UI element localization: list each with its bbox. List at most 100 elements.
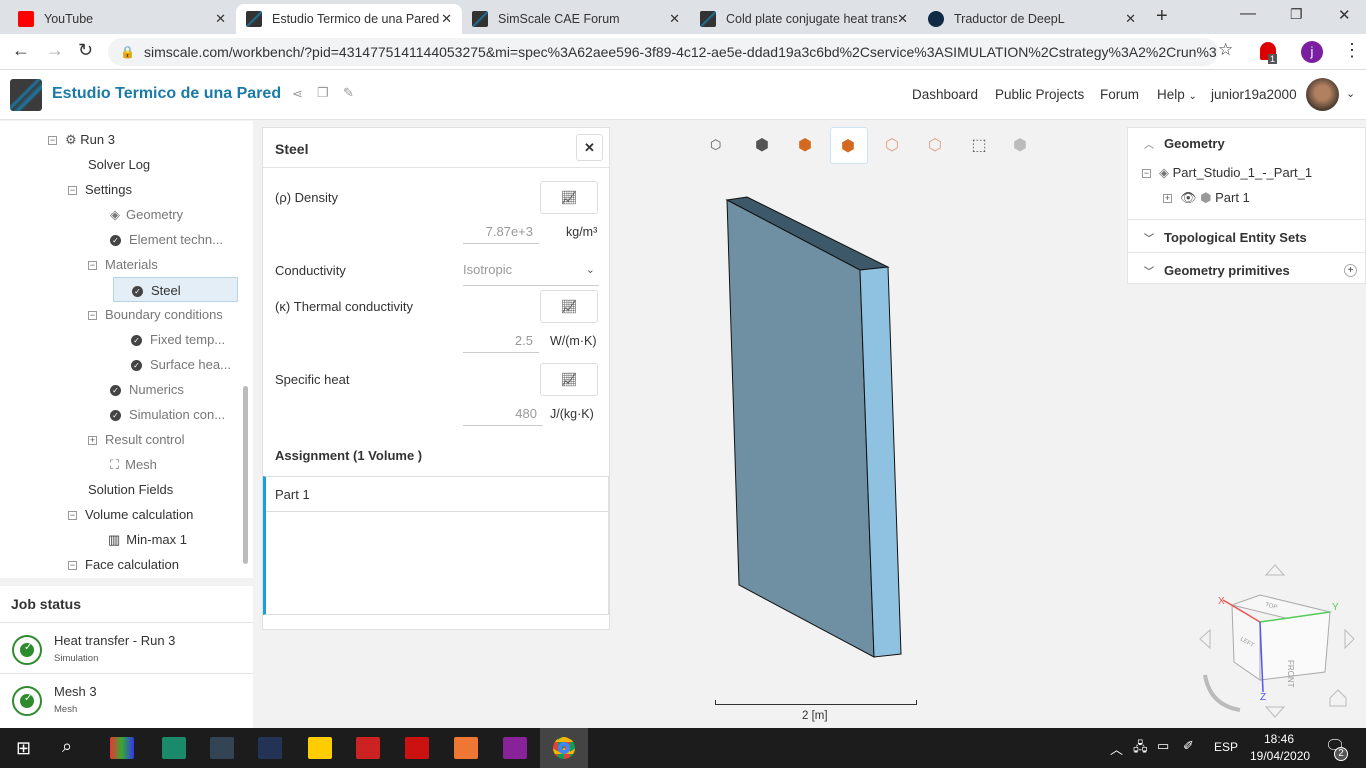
specific-heat-input[interactable]: 480 bbox=[463, 402, 543, 426]
part-studio-item[interactable]: − ◈ Part_Studio_1_-_Part_1 bbox=[1142, 165, 1312, 181]
nav-public-projects[interactable]: Public Projects bbox=[995, 87, 1084, 102]
tree-item-numerics[interactable]: ✓ Numerics bbox=[110, 377, 184, 402]
autocad-icon[interactable] bbox=[356, 737, 380, 759]
nav-forum[interactable]: Forum bbox=[1100, 87, 1139, 102]
tree-item-run[interactable]: − ⚙ Run 3 bbox=[48, 127, 115, 152]
thermal-graph-button[interactable]: 📈︎ bbox=[540, 290, 598, 323]
close-tab-icon[interactable]: ✕ bbox=[441, 11, 452, 27]
profile-avatar[interactable]: j bbox=[1301, 41, 1323, 63]
chevron-down-icon[interactable]: ⌄ bbox=[1346, 87, 1355, 100]
solidworks-icon[interactable] bbox=[405, 737, 429, 759]
view-wireframe-icon[interactable]: ⬡ bbox=[882, 135, 902, 155]
new-tab-button[interactable]: + bbox=[1156, 5, 1168, 28]
specific-heat-graph-button[interactable]: 📈︎ bbox=[540, 363, 598, 396]
close-window-button[interactable]: ✕ bbox=[1338, 6, 1351, 24]
part-item[interactable]: + 👁︎ ⬢ Part 1 bbox=[1163, 190, 1250, 206]
view-surfaces-icon[interactable]: ⬢ bbox=[795, 135, 815, 155]
reload-icon[interactable]: ↻ bbox=[78, 40, 93, 61]
tree-item-solver-log[interactable]: Solver Log bbox=[88, 152, 150, 177]
tab-simscale-project[interactable]: Estudio Termico de una Pared ✕ bbox=[236, 4, 462, 34]
view-transparent-icon[interactable]: ⬡ bbox=[925, 135, 945, 155]
geometry-primitives-section[interactable]: ﹀ Geometry primitives + bbox=[1128, 252, 1366, 278]
bookmark-star-icon[interactable]: ☆ bbox=[1218, 40, 1233, 60]
close-tab-icon[interactable]: ✕ bbox=[215, 11, 226, 27]
edit-icon[interactable]: ✎ bbox=[343, 85, 354, 101]
menu-dots-icon[interactable]: ⋮ bbox=[1343, 40, 1361, 61]
close-panel-button[interactable]: ✕ bbox=[576, 134, 603, 161]
back-icon[interactable]: ← bbox=[12, 40, 30, 61]
battery-icon[interactable]: ▭ bbox=[1157, 738, 1169, 754]
tree-item-simulation-control[interactable]: ✓ Simulation con... bbox=[110, 402, 225, 427]
density-graph-button[interactable]: 📈︎ bbox=[540, 181, 598, 214]
taskbar-app-icon[interactable] bbox=[162, 737, 186, 759]
eye-icon[interactable]: 👁︎ bbox=[1180, 190, 1200, 205]
topological-entity-sets-section[interactable]: ﹀ Topological Entity Sets bbox=[1128, 219, 1366, 245]
taskbar-app-icon[interactable] bbox=[308, 737, 332, 759]
taskbar-app-icon[interactable] bbox=[258, 737, 282, 759]
close-tab-icon[interactable]: ✕ bbox=[897, 11, 908, 27]
assignment-list[interactable]: Part 1 bbox=[263, 476, 609, 615]
view-selected-button[interactable]: ⬢ bbox=[830, 127, 868, 164]
simscale-logo[interactable] bbox=[10, 79, 42, 111]
geometry-section[interactable]: ︿ Geometry bbox=[1128, 136, 1366, 151]
tab-youtube[interactable]: YouTube ✕ bbox=[8, 4, 236, 34]
tree-item-result-control[interactable]: + Result control bbox=[88, 427, 184, 452]
nav-help[interactable]: Help ⌄ bbox=[1157, 87, 1197, 102]
job-item[interactable]: ✓ Heat transfer - Run 3 Simulation bbox=[0, 622, 253, 672]
thermal-conductivity-input[interactable]: 2.5 bbox=[463, 329, 539, 353]
clock-time[interactable]: 18:46 bbox=[1264, 732, 1294, 746]
view-iso-icon[interactable]: ⬡ bbox=[710, 137, 730, 157]
network-icon[interactable]: 🖧︎ bbox=[1133, 738, 1148, 760]
box-select-icon[interactable]: ⬚ bbox=[969, 135, 989, 155]
density-input[interactable]: 7.87e+3 bbox=[463, 220, 539, 244]
view-solid-icon[interactable]: ⬢ bbox=[752, 135, 772, 155]
copy-icon[interactable]: ❐ bbox=[317, 85, 329, 101]
job-item[interactable]: ✓ Mesh 3 Mesh bbox=[0, 673, 253, 723]
close-tab-icon[interactable]: ✕ bbox=[669, 11, 680, 27]
chrome-taskbar-button[interactable] bbox=[540, 728, 588, 768]
tree-item-materials[interactable]: − Materials bbox=[88, 252, 158, 277]
url-input[interactable]: 🔒 simscale.com/workbench/?pid=43147751411… bbox=[108, 38, 1218, 66]
add-primitive-button[interactable]: + bbox=[1344, 264, 1357, 277]
taskbar-app-icon[interactable] bbox=[210, 737, 234, 759]
taskbar-app-icon[interactable] bbox=[503, 737, 527, 759]
tree-item-boundary-conditions[interactable]: − Boundary conditions bbox=[88, 302, 223, 327]
tab-deepl[interactable]: Traductor de DeepL ✕ bbox=[918, 4, 1146, 34]
tree-item-element-technology[interactable]: ✓ Element techn... bbox=[110, 227, 223, 252]
tree-item-fixed-temperature[interactable]: ✓ Fixed temp... bbox=[131, 327, 225, 352]
user-avatar[interactable] bbox=[1306, 78, 1339, 111]
restore-button[interactable]: ❐ bbox=[1290, 6, 1303, 23]
conductivity-select[interactable]: Isotropic ⌄ bbox=[463, 256, 599, 286]
close-tab-icon[interactable]: ✕ bbox=[1125, 11, 1136, 27]
pen-icon[interactable]: ✐ bbox=[1183, 738, 1194, 754]
home-icon bbox=[1329, 689, 1347, 707]
tray-chevron-icon[interactable]: ︿ bbox=[1110, 739, 1123, 758]
tree-item-settings[interactable]: − Settings bbox=[68, 177, 132, 202]
section-icon[interactable]: ⬢ bbox=[1010, 135, 1030, 155]
forward-icon[interactable]: → bbox=[46, 40, 64, 61]
share-icon[interactable]: ⋖ bbox=[292, 86, 303, 102]
tree-item-min-max[interactable]: ▥ Min-max 1 bbox=[108, 527, 187, 552]
tree-item-face-calculation[interactable]: − Face calculation bbox=[68, 552, 179, 577]
tree-item-solution-fields[interactable]: Solution Fields bbox=[88, 477, 173, 502]
tree-item-volume-calculation[interactable]: − Volume calculation bbox=[68, 502, 193, 527]
minimize-button[interactable]: — bbox=[1240, 5, 1256, 23]
username[interactable]: junior19a2000 bbox=[1211, 87, 1297, 102]
tree-item-geometry[interactable]: ◈ Geometry bbox=[110, 202, 183, 227]
tree-scrollbar[interactable] bbox=[243, 386, 248, 564]
tree-item-surface-heat[interactable]: ✓ Surface hea... bbox=[131, 352, 231, 377]
taskbar-app-icon[interactable] bbox=[110, 737, 134, 759]
matlab-icon[interactable] bbox=[454, 737, 478, 759]
clock-date[interactable]: 19/04/2020 bbox=[1250, 749, 1310, 763]
geometry-viewer[interactable] bbox=[700, 180, 920, 670]
tree-item-steel[interactable]: ✓ Steel bbox=[113, 277, 238, 302]
assigned-item[interactable]: Part 1 bbox=[266, 477, 609, 512]
windows-start-icon[interactable]: ⊞ bbox=[16, 738, 31, 759]
tab-forum[interactable]: SimScale CAE Forum ✕ bbox=[462, 4, 690, 34]
nav-dashboard[interactable]: Dashboard bbox=[912, 87, 978, 102]
language-indicator[interactable]: ESP bbox=[1214, 740, 1238, 754]
view-cube[interactable]: X Y Z FRONT LEFT TOP bbox=[1190, 560, 1360, 720]
tree-item-mesh[interactable]: ⛶ Mesh bbox=[110, 452, 157, 477]
tab-cold-plate[interactable]: Cold plate conjugate heat trans ✕ bbox=[690, 4, 918, 34]
search-icon[interactable]: ⌕ bbox=[62, 736, 72, 757]
